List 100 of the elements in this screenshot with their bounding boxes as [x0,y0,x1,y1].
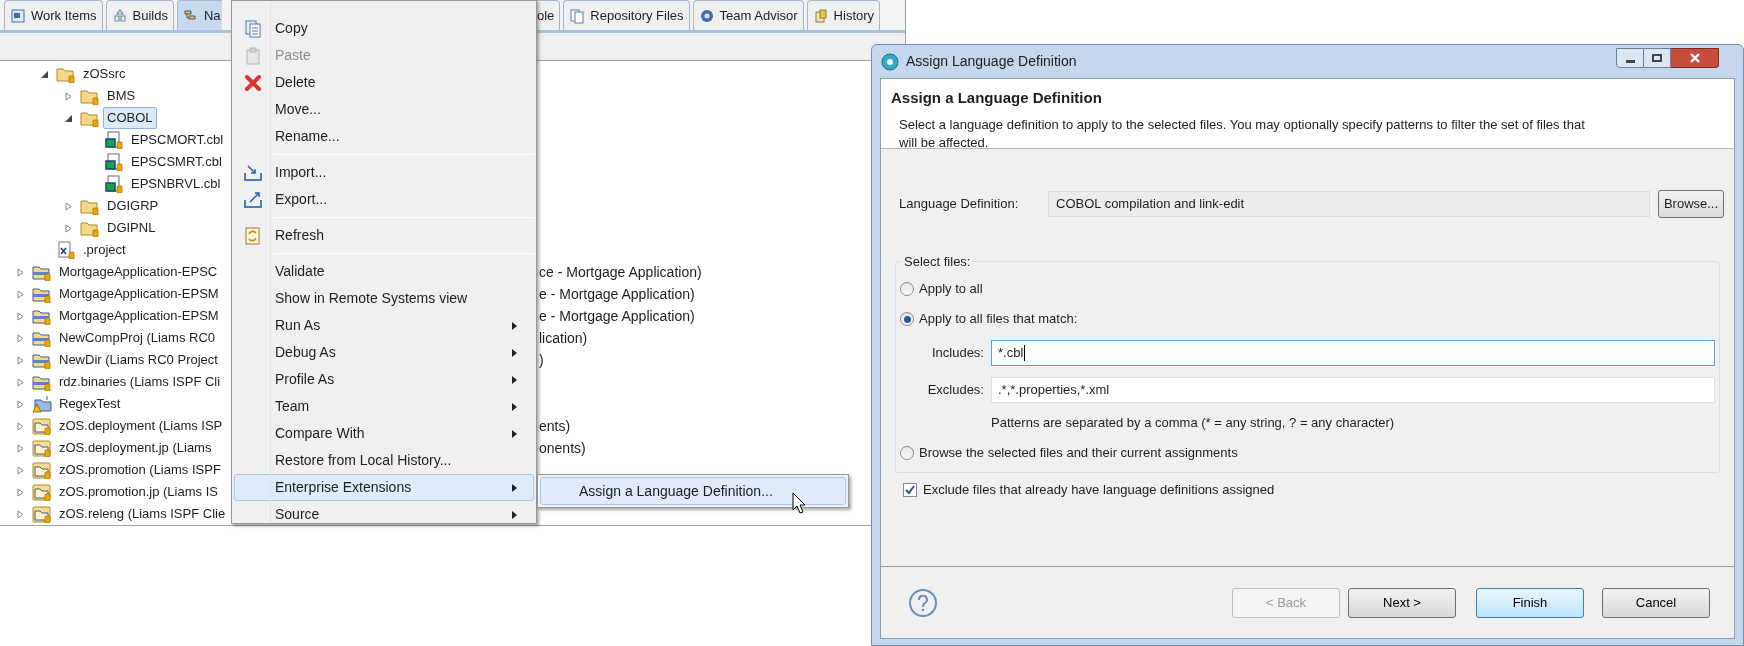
view-tab[interactable]: Na [176,0,222,30]
menu-item[interactable]: Refresh [234,222,534,249]
menu-item[interactable]: Source [234,501,534,528]
expand-icon[interactable] [15,377,25,387]
tree-item[interactable]: zOS.deployment.jp (Liams [55,437,216,459]
expand-icon[interactable] [15,465,25,475]
tree-item[interactable]: zOS.promotion (Liams ISPF [55,459,225,481]
folder-icon [56,65,76,83]
checkbox[interactable] [903,483,917,497]
expand-icon[interactable] [15,267,25,277]
refresh-icon [244,226,262,245]
menu-item[interactable]: Copy [234,15,534,42]
history-icon [812,7,829,24]
menu-item[interactable]: Delete [234,69,534,96]
tree-item[interactable]: NewDir (Liams RC0 Project [55,349,222,371]
file-icon [104,153,124,171]
expand-icon[interactable] [63,91,73,101]
dialog-button[interactable]: Finish [1476,587,1584,618]
radio-button[interactable] [900,312,914,326]
tree-item[interactable]: zOS.deployment (Liams ISP [55,415,227,437]
tree-item[interactable]: MortgageApplication-EPSM [55,283,223,305]
collapse-icon[interactable] [39,69,49,79]
tree-item[interactable]: zOS.releng (Liams ISPF Clie [55,503,230,525]
project-folder-icon [32,461,52,479]
view-tab[interactable]: Team Advisor [692,0,804,30]
radio-button[interactable] [900,282,914,296]
tree-item[interactable]: zOSsrc [79,63,130,85]
dialog-button[interactable]: Cancel [1602,587,1710,618]
tree-item-text: ce - Mortgage Application) [539,262,702,282]
view-tab[interactable]: Builds [105,0,174,30]
expand-icon[interactable] [15,289,25,299]
expand-icon[interactable] [15,421,25,431]
expand-icon[interactable] [15,311,25,321]
menu-item[interactable]: Team [234,393,534,420]
menu-item[interactable]: Debug As [234,339,534,366]
question-icon [917,594,929,611]
tree-item[interactable]: .project [79,239,130,261]
tree-item[interactable]: EPSCSMRT.cbl [127,151,226,173]
tree-item[interactable]: EPSNBRVL.cbl [127,173,225,195]
mouse-cursor-icon [792,492,806,514]
tree-item[interactable]: EPSCMORT.cbl [127,129,228,151]
close-button[interactable] [1671,47,1719,68]
tree-item[interactable]: RegexTest [55,393,125,415]
radio-button[interactable] [900,446,914,460]
menu-item[interactable]: Profile As [234,366,534,393]
tree-item[interactable]: DGIGRP [103,195,163,217]
menu-item[interactable]: Compare With [234,420,534,447]
menu-item[interactable]: Move... [234,96,534,123]
tree-item[interactable]: NewCompProj (Liams RC0 [55,327,220,349]
input-field[interactable]: *.cbl [991,339,1715,366]
app-icon [880,51,900,72]
input-field[interactable]: .*,*.properties,*.xml [991,376,1715,403]
menu-item[interactable]: Show in Remote Systems view [234,285,534,312]
menu-item[interactable]: Assign a Language Definition... [540,477,846,505]
tree-item[interactable]: rdz.binaries (Liams ISPF Cli [55,371,225,393]
collapse-icon[interactable] [63,113,73,123]
maximize-button[interactable] [1644,47,1671,68]
expand-icon[interactable] [15,333,25,343]
check-icon [905,485,915,495]
expand-icon[interactable] [15,399,25,409]
menu-item[interactable]: Run As [234,312,534,339]
expand-icon[interactable] [15,355,25,365]
project-folder-icon [32,417,52,435]
project-folder-icon [32,351,52,369]
view-tab[interactable]: History [806,0,881,30]
minimize-button[interactable] [1616,47,1644,68]
tree-item[interactable]: MortgageApplication-EPSM [55,305,223,327]
radio-label: Apply to all files that match: [919,310,1078,329]
dialog-button[interactable]: Next > [1348,587,1456,618]
help-button[interactable] [909,588,937,617]
gear-icon [698,7,715,24]
copy-icon [244,19,262,38]
language-definition-field: COBOL compilation and link-edit [1048,191,1650,217]
tree-item[interactable]: MortgageApplication-EPSC [55,261,222,283]
tree-item[interactable]: COBOL [103,107,157,129]
menu-item[interactable]: Restore from Local History... [234,447,534,474]
view-tab[interactable]: Work Items [4,0,103,30]
field-label: Language Definition: [898,195,1020,214]
tree-item[interactable]: BMS [103,85,140,107]
tree-item[interactable]: DGIPNL [103,217,160,239]
project-warning-icon [32,395,52,413]
view-tab[interactable]: Repository Files [563,0,690,30]
document-icon [10,7,26,24]
menu-item[interactable]: Import... [234,159,534,186]
menu-item[interactable]: Validate [234,258,534,285]
menu-item[interactable]: Rename... [234,123,534,150]
tree-item-text: ents) [539,416,571,436]
expand-icon[interactable] [15,509,25,519]
expand-icon[interactable] [15,443,25,453]
expand-icon[interactable] [63,223,73,233]
browse-button[interactable]: Browse... [1658,190,1724,218]
view-tab[interactable]: ole [537,0,561,30]
menu-item[interactable]: Export... [234,186,534,213]
tree-item[interactable]: zOS.promotion.jp (Liams IS [55,481,222,503]
file-icon [104,131,124,149]
tree-item-text: e - Mortgage Application) [539,306,695,326]
expand-icon[interactable] [15,487,25,497]
expand-icon[interactable] [63,201,73,211]
menu-item[interactable]: Enterprise Extensions [234,474,534,501]
close-icon [1688,52,1701,63]
